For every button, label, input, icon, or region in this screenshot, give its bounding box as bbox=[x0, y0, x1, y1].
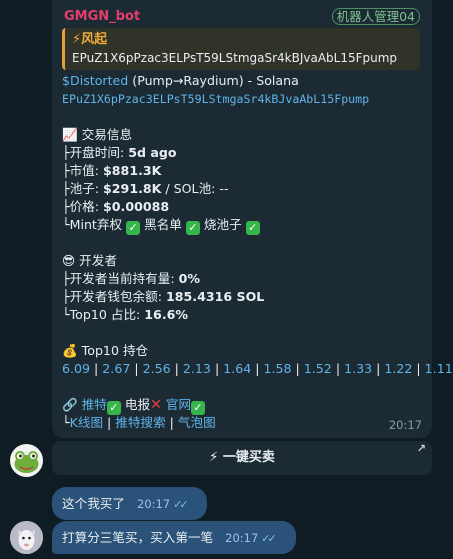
flags-row: └Mint弃权 ✓ 黑名单 ✓ 烧池子 ✓ bbox=[62, 216, 426, 235]
dev-wallet-label: ├开发者钱包余额: bbox=[62, 289, 166, 304]
read-ticks-icon: ✓✓ bbox=[261, 532, 277, 545]
user-message-text: 打算分三笔买，买入第一笔 bbox=[62, 530, 214, 545]
top10-share-label: └Top10 占比: bbox=[62, 307, 145, 322]
top10-value[interactable]: 1.33 bbox=[344, 361, 372, 376]
user-message-text: 这个我买了 bbox=[62, 496, 125, 511]
check-icon: ✓ bbox=[126, 221, 141, 235]
top10-value[interactable]: 1.52 bbox=[304, 361, 332, 376]
dev-holding-value: 0% bbox=[178, 271, 200, 286]
open-time-value: 5d ago bbox=[128, 145, 177, 160]
quick-trade-button[interactable]: ⚡ 一键买卖 ↗ bbox=[52, 441, 432, 475]
links-row: 🔗 推特 ✓ 电报✕ 官网 ✓ bbox=[62, 396, 426, 415]
goat-avatar-icon[interactable] bbox=[10, 521, 43, 554]
user-message[interactable]: 打算分三笔买，买入第一笔 20:17 ✓✓ bbox=[52, 521, 296, 554]
quoted-message[interactable]: ⚡风起 EPuZ1X6pPzac3ELPsT59LStmgaSr4kBJvaAb… bbox=[62, 28, 420, 70]
user-message-time: 20:17 bbox=[225, 531, 259, 545]
developer-header: 😎 开发者 bbox=[62, 253, 117, 268]
pool-rest: / SOL池: -- bbox=[161, 181, 229, 196]
kline-link[interactable]: K线图 bbox=[70, 415, 103, 430]
price-value: $0.00088 bbox=[103, 199, 170, 214]
top10-header: 💰 Top10 持仓 bbox=[62, 343, 149, 358]
check-icon: ✓ bbox=[191, 401, 206, 415]
top10-value[interactable]: 1.22 bbox=[384, 361, 412, 376]
token-cashtag[interactable]: $Distorted bbox=[62, 73, 128, 88]
token-line: $Distorted (Pump→Raydium) - Solana bbox=[62, 72, 426, 90]
market-cap-value: $881.3K bbox=[103, 163, 162, 178]
top10-value[interactable]: 1.64 bbox=[223, 361, 251, 376]
bot-message-bubble: GMGN_bot 机器人管理04 ⚡风起 EPuZ1X6pPzac3ELPsT5… bbox=[52, 0, 453, 438]
top10-share-value: 16.6% bbox=[144, 307, 188, 322]
top10-values-row: 6.09 | 2.67 | 2.56 | 2.13 | 1.64 | 1.58 … bbox=[62, 361, 453, 376]
top10-value[interactable]: 1.58 bbox=[263, 361, 291, 376]
top10-value[interactable]: 2.56 bbox=[143, 361, 171, 376]
open-time-label: ├开盘时间: bbox=[62, 145, 129, 160]
check-icon: ✓ bbox=[245, 221, 260, 235]
quote-address: EPuZ1X6pPzac3ELPsT59LStmgaSr4kBJvaAbL15F… bbox=[72, 51, 398, 65]
tweet-link[interactable]: 推特 bbox=[82, 397, 107, 412]
trade-info-header: 📈 交易信息 bbox=[62, 127, 133, 142]
pool-row: ├池子: $291.8K / SOL池: -- bbox=[62, 180, 426, 198]
check-icon: ✓ bbox=[106, 401, 121, 415]
message-body: $Distorted (Pump→Raydium) - Solana EPuZ1… bbox=[62, 72, 453, 432]
top10-value[interactable]: 2.13 bbox=[183, 361, 211, 376]
report-link: 电报 bbox=[124, 397, 151, 412]
blacklist-label: 黑名单 bbox=[144, 217, 182, 232]
quote-title: ⚡风起 bbox=[72, 32, 108, 47]
token-line-rest: (Pump→Raydium) - Solana bbox=[128, 73, 299, 88]
cross-icon: ✕ bbox=[150, 397, 162, 413]
top10-share-row: └Top10 占比: 16.6% bbox=[62, 306, 426, 324]
website-link[interactable]: 官网 bbox=[166, 397, 191, 412]
price-label: ├价格: bbox=[62, 199, 104, 214]
contract-address[interactable]: EPuZ1X6pPzac3ELPsT59LStmgaSr4kBJvaAbL15F… bbox=[62, 90, 426, 108]
mint-label: └Mint弃权 bbox=[62, 217, 123, 232]
external-arrow-icon: ↗ bbox=[416, 442, 426, 455]
read-ticks-icon: ✓✓ bbox=[173, 498, 189, 511]
pool-label: ├池子: bbox=[62, 181, 104, 196]
tweet-search-link[interactable]: 推特搜索 bbox=[115, 415, 165, 430]
bubble-map-link[interactable]: 气泡图 bbox=[178, 415, 216, 430]
market-cap-label: ├市值: bbox=[62, 163, 104, 178]
message-time: 20:17 bbox=[388, 418, 422, 432]
dev-holding-label: ├开发者当前持有量: bbox=[62, 271, 179, 286]
admin-tag-label: 机器人管理04 bbox=[331, 8, 420, 25]
price-row: ├价格: $0.00088 bbox=[62, 198, 426, 216]
user-message-time: 20:17 bbox=[136, 497, 171, 511]
frog-avatar-icon[interactable] bbox=[10, 444, 43, 477]
burn-pool-label: 烧池子 bbox=[203, 217, 242, 232]
dev-wallet-row: ├开发者钱包余额: 185.4316 SOL bbox=[62, 288, 426, 306]
top10-value[interactable]: 1.11 bbox=[425, 361, 453, 376]
tools-prefix: └ bbox=[62, 415, 70, 430]
open-time-row: ├开盘时间: 5d ago bbox=[62, 144, 426, 162]
quick-trade-label: ⚡ 一键买卖 bbox=[209, 450, 275, 465]
user-message[interactable]: 这个我买了 20:17 ✓✓ bbox=[52, 487, 207, 520]
tools-row: └K线图 | 推特搜索 | 气泡图 bbox=[62, 415, 216, 430]
top10-value[interactable]: 6.09 bbox=[62, 361, 90, 376]
admin-tag: 机器人管理04 bbox=[331, 8, 420, 26]
market-cap-row: ├市值: $881.3K bbox=[62, 162, 426, 180]
link-icon: 🔗 bbox=[62, 397, 78, 412]
top10-value[interactable]: 2.67 bbox=[102, 361, 130, 376]
check-icon: ✓ bbox=[185, 221, 200, 235]
dev-holding-row: ├开发者当前持有量: 0% bbox=[62, 270, 426, 288]
pool-value: $291.8K bbox=[103, 181, 162, 196]
sender-name[interactable]: GMGN_bot bbox=[64, 8, 140, 26]
dev-wallet-value: 185.4316 SOL bbox=[166, 289, 265, 304]
